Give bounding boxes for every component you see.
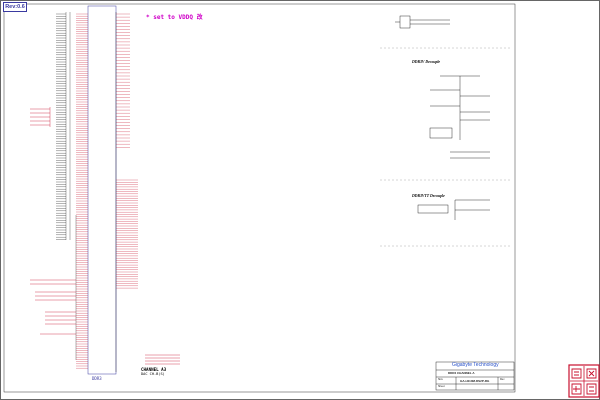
schematic-sheet xyxy=(0,0,600,400)
right-pin-stubs xyxy=(116,13,138,289)
vtt-decoupling-caps xyxy=(417,199,490,220)
title-block-title: DDR4 CHANNEL A xyxy=(448,371,475,375)
left-signal-group xyxy=(30,107,51,127)
title-block-rev: Rev xyxy=(500,378,505,381)
channel-connector xyxy=(145,354,180,365)
sheet-border xyxy=(0,0,600,400)
section-title-vddr: DDR3V Decouple xyxy=(412,60,441,64)
company-seal-stamp xyxy=(568,364,600,398)
title-block-sheet: Sheet xyxy=(438,385,445,388)
ic-label: DDR3 xyxy=(92,376,102,381)
vddq-note-cn: 改 xyxy=(196,14,203,21)
top-right-regulator xyxy=(395,15,450,29)
title-block-size: Size xyxy=(438,378,443,381)
title-block-company: Gigabyte Technology xyxy=(452,362,499,368)
ddr-ic-body xyxy=(87,5,117,375)
title-block-model: GA-H110M-DS2P-RG xyxy=(460,379,490,383)
vddq-note-text: * set to VDDQ xyxy=(146,14,193,21)
left-pin-stubs xyxy=(76,13,88,369)
section-title-vtt: DDR3VTT Decouple xyxy=(412,194,445,198)
vddq-note: * set to VDDQ 改 xyxy=(146,12,203,21)
revision-badge: Rev:0.6 xyxy=(3,2,27,12)
left-bus-signals xyxy=(56,13,66,240)
bank-label: DAC CH-B(S) xyxy=(141,372,165,376)
vddr-decoupling-caps xyxy=(429,75,490,159)
lower-left-signal-cluster xyxy=(30,279,76,335)
section-dividers xyxy=(380,47,510,247)
